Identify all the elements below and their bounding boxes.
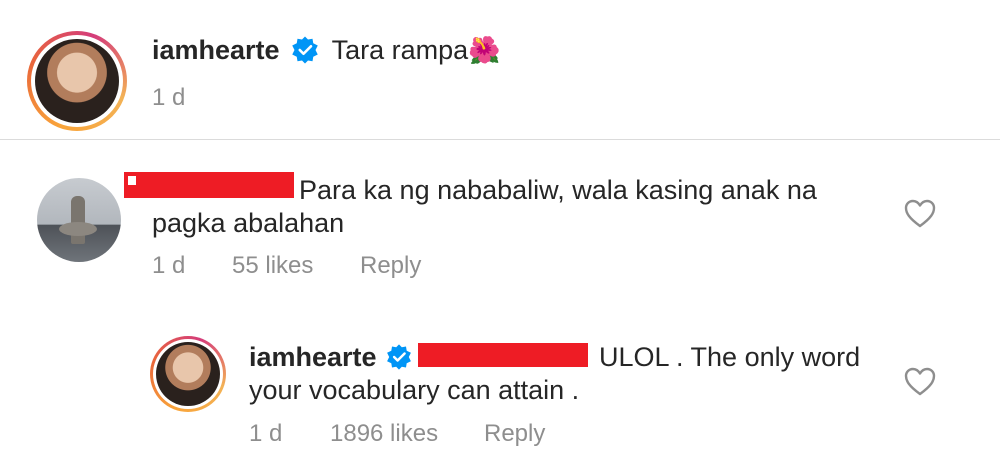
redacted-username	[124, 172, 294, 198]
comment-like-heart-icon[interactable]	[904, 199, 936, 229]
hibiscus-emoji-icon: 🌺	[468, 34, 501, 65]
post-time: 1 d	[152, 84, 186, 111]
reply-avatar[interactable]	[150, 336, 226, 412]
post-caption-text: Tara rampa	[331, 35, 469, 65]
comment-text-line2: pagka abalahan	[152, 208, 345, 238]
reply-likes[interactable]: 1896 likes	[330, 420, 438, 448]
comment-text-line1: Para ka ng nababaliw, wala kasing anak n…	[299, 175, 817, 205]
reply-text-line2: your vocabulary can attain .	[249, 375, 580, 405]
reply-like-heart-icon[interactable]	[904, 367, 936, 397]
verified-badge-icon	[290, 35, 320, 65]
reply-reply-button[interactable]: Reply	[484, 420, 545, 448]
divider	[0, 139, 1000, 140]
reply-header: iamhearte	[249, 340, 413, 374]
post-avatar[interactable]	[27, 31, 127, 131]
post-username[interactable]: iamhearte	[152, 35, 280, 66]
reply-text-line1: ULOL . The only word	[599, 342, 861, 372]
comment-time: 1 d	[152, 252, 186, 279]
comment-reply-button[interactable]: Reply	[360, 252, 421, 280]
reply-time: 1 d	[249, 420, 283, 447]
post-caption: iamhearte Tara rampa 🌺	[152, 30, 501, 70]
verified-badge-icon	[385, 343, 413, 371]
redacted-mention	[418, 343, 588, 367]
comment-likes[interactable]: 55 likes	[232, 252, 313, 280]
reply-username[interactable]: iamhearte	[249, 342, 377, 373]
comment-avatar[interactable]	[37, 178, 121, 262]
